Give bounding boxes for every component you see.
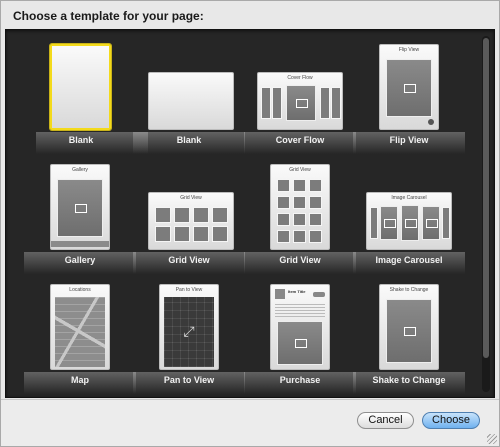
item-icon — [275, 289, 285, 299]
image-placeholder-icon — [386, 299, 432, 363]
template-thumbnail — [50, 44, 111, 130]
template-gallery[interactable]: Gallery Gallery — [24, 162, 136, 274]
template-thumbnail: Flip View — [379, 44, 439, 130]
template-blank-portrait[interactable]: Blank — [36, 42, 148, 154]
template-thumbnail: Item Title — [270, 284, 330, 370]
scroll-thumb[interactable] — [483, 38, 489, 358]
template-label: Gallery — [64, 255, 96, 265]
dialog-header: Choose a template for your page: — [13, 9, 204, 23]
template-purchase[interactable]: Item Title Purchase — [244, 282, 356, 394]
template-label: Cover Flow — [275, 135, 325, 145]
template-label: Image Carousel — [375, 255, 443, 265]
template-thumbnail: Grid View — [270, 164, 330, 250]
vertical-scrollbar[interactable] — [482, 36, 490, 392]
template-label: Flip View — [389, 135, 429, 145]
resize-grip-icon[interactable] — [487, 434, 497, 444]
expand-arrows-icon: ⤢ — [183, 323, 195, 339]
template-grid-view-landscape[interactable]: Grid View Grid View — [133, 162, 245, 274]
template-label: Grid View — [279, 255, 321, 265]
template-thumbnail: Grid View — [148, 192, 234, 250]
map-icon — [55, 297, 105, 367]
template-image-carousel[interactable]: Image Carousel Image Carousel — [353, 162, 465, 274]
template-thumbnail: Gallery — [50, 164, 110, 250]
template-thumbnail: Shake to Change — [379, 284, 439, 370]
buy-button — [313, 292, 325, 297]
template-thumbnail: Pan to View ⤢ — [159, 284, 219, 370]
template-grid: Blank Blank Cover Flow Cover Flow Flip V… — [5, 29, 495, 398]
template-thumbnail: Cover Flow — [257, 72, 343, 130]
template-thumbnail — [148, 72, 234, 130]
choose-button[interactable]: Choose — [422, 412, 480, 429]
image-placeholder-icon — [401, 205, 419, 241]
image-placeholder-icon — [286, 85, 316, 121]
template-pan-to-view[interactable]: Pan to View ⤢ Pan to View — [133, 282, 245, 394]
image-placeholder-icon — [277, 321, 323, 365]
template-label: Map — [71, 375, 89, 385]
template-label: Pan to View — [163, 375, 215, 385]
template-label: Grid View — [168, 255, 210, 265]
image-placeholder-icon — [57, 179, 103, 237]
page-dots-icon — [51, 241, 109, 247]
template-grid-view-portrait[interactable]: Grid View Grid View — [244, 162, 356, 274]
template-map[interactable]: Locations Map — [24, 282, 136, 394]
template-label: Purchase — [279, 375, 321, 385]
template-shake-to-change[interactable]: Shake to Change Shake to Change — [353, 282, 465, 394]
template-cover-flow[interactable]: Cover Flow Cover Flow — [244, 42, 356, 154]
template-label: Blank — [68, 135, 94, 145]
template-thumbnail: Locations — [50, 284, 110, 370]
template-label: Shake to Change — [372, 375, 446, 385]
template-blank-landscape[interactable]: Blank — [133, 42, 245, 154]
image-placeholder-icon — [386, 59, 432, 117]
template-label: Blank — [176, 135, 202, 145]
cancel-button[interactable]: Cancel — [357, 412, 414, 429]
template-flip-view[interactable]: Flip View Flip View — [353, 42, 465, 154]
template-chooser-dialog: Choose a template for your page: Blank B… — [0, 0, 500, 447]
info-icon — [428, 119, 434, 125]
template-thumbnail: Image Carousel — [366, 192, 452, 250]
dialog-footer: Cancel Choose — [1, 399, 499, 446]
